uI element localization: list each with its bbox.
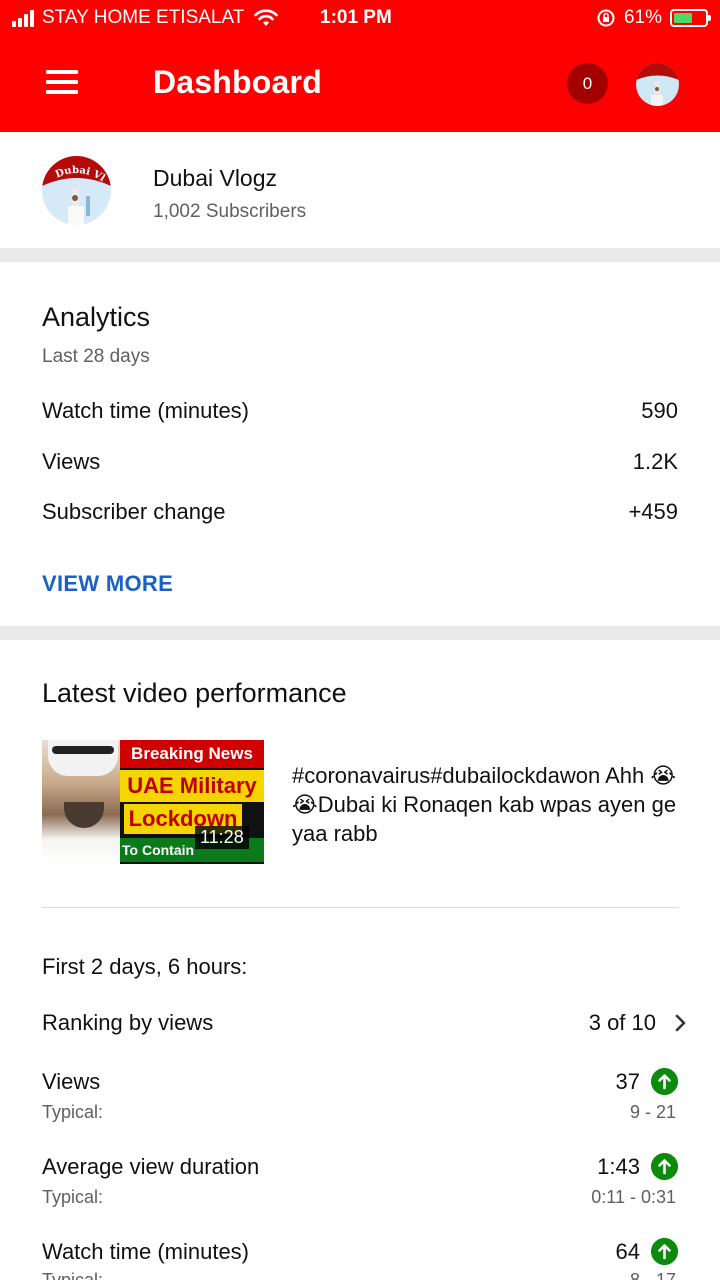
section-divider (0, 626, 720, 640)
battery-percent: 61% (623, 7, 662, 28)
typical-range: 9 - 21 (629, 1102, 676, 1122)
channel-avatar: Dubai Vlogz (42, 156, 111, 225)
metric-value: 37 (615, 1069, 640, 1094)
thumbnail-portrait (42, 740, 122, 864)
metric-label: Watch time (minutes) (42, 1239, 250, 1264)
analytics-period: Last 28 days (42, 346, 150, 367)
typical-range: 8 - 17 (629, 1270, 676, 1280)
typical-label: Typical: (42, 1187, 104, 1207)
divider (42, 907, 679, 908)
carrier-name: STAY HOME ETISALAT (42, 7, 245, 28)
typical-label: Typical: (42, 1102, 104, 1122)
typical-range: 0:11 - 0:31 (591, 1187, 676, 1207)
channel-name: Dubai Vlogz (153, 165, 278, 191)
video-title[interactable]: #coronavairus#dubailockdawon Ahh 😭😭Dubai… (292, 761, 692, 848)
arrow-up-icon (651, 1238, 678, 1265)
analytics-row-value: +459 (628, 499, 678, 524)
menu-icon[interactable] (46, 70, 78, 96)
arrow-up-icon (651, 1153, 678, 1180)
analytics-row-value: 1.2K (632, 449, 678, 474)
account-avatar[interactable] (636, 63, 679, 106)
wifi-icon (254, 9, 279, 26)
view-more-link[interactable]: VIEW MORE (42, 571, 173, 597)
typical-label: Typical: (42, 1270, 104, 1280)
ranking-label[interactable]: Ranking by views (42, 1010, 213, 1036)
subscriber-count: 1,002 Subscribers (153, 201, 307, 222)
channel-logo: Dubai Vlogz (42, 156, 111, 225)
analytics-row-label: Watch time (minutes) (42, 398, 250, 423)
analytics-row-value: 590 (641, 398, 678, 423)
video-thumbnail[interactable]: Breaking News UAE Military Lockdown To C… (42, 740, 264, 864)
battery-charging-icon (670, 9, 711, 27)
app-bar: Dashboard 0 (0, 36, 720, 132)
latest-video-title: Latest video performance (42, 678, 347, 708)
metric-label: Average view duration (42, 1154, 260, 1179)
performance-period: First 2 days, 6 hours: (42, 954, 248, 979)
arrow-up-icon (651, 1068, 678, 1095)
channel-header[interactable]: Dubai Vlogz Dubai Vlogz 1,002 Subscriber… (0, 132, 720, 248)
metric-label: Views (42, 1069, 101, 1094)
notification-count: 0 (582, 73, 593, 93)
signal-icon (12, 9, 34, 27)
section-divider (0, 248, 720, 262)
thumbnail-text: Breaking News (120, 740, 264, 768)
thumbnail-text: UAE Military (120, 770, 264, 802)
analytics-title: Analytics (42, 302, 151, 332)
video-duration: 11:28 (195, 826, 249, 849)
metric-value: 1:43 (597, 1154, 640, 1179)
chevron-right-icon[interactable] (673, 1013, 689, 1033)
ranking-value[interactable]: 3 of 10 (589, 1010, 656, 1036)
notification-badge[interactable]: 0 (567, 63, 608, 104)
page-title: Dashboard (153, 64, 322, 100)
status-right: 61% (596, 7, 711, 29)
rotation-lock-icon (597, 9, 615, 27)
status-left: STAY HOME ETISALAT (12, 7, 279, 29)
analytics-row-label: Views (42, 449, 101, 474)
status-bar: STAY HOME ETISALAT 1:01 PM 61% (0, 0, 720, 36)
analytics-row-label: Subscriber change (42, 499, 226, 524)
metric-value: 64 (615, 1239, 640, 1264)
avatar-image (636, 63, 679, 106)
status-time: 1:01 PM (320, 7, 392, 28)
